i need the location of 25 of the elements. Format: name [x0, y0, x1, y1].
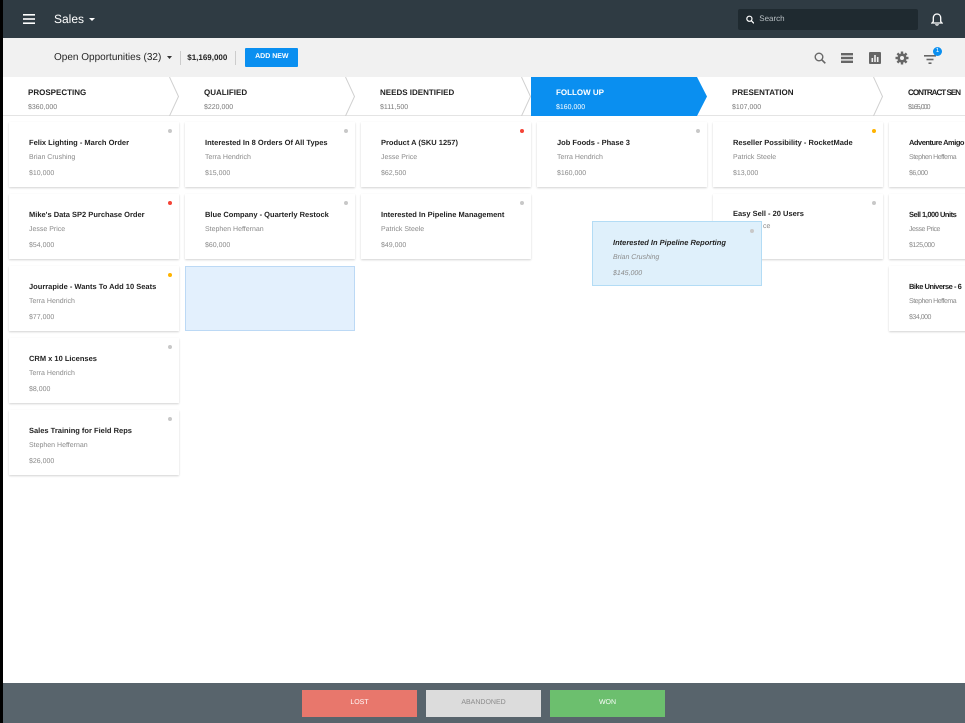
stage-name: FOLLOW UP — [556, 87, 605, 99]
settings-icon[interactable] — [895, 50, 909, 64]
stage-name: PRESENTATION — [732, 87, 794, 99]
stage-name: PROSPECTING — [28, 87, 88, 99]
app-title-dropdown[interactable]: Sales — [54, 10, 96, 28]
bell-icon[interactable] — [931, 12, 943, 26]
search-icon — [746, 14, 754, 24]
filter-icon[interactable] — [924, 54, 936, 64]
caret-icon — [167, 56, 172, 59]
view-dropdown[interactable]: Open Opportunities (32) — [54, 50, 172, 65]
caret-icon — [89, 18, 96, 20]
stage-name: QUALIFIED — [204, 87, 248, 99]
stage-name: CONTRACT SEN — [908, 87, 962, 99]
search-icon[interactable] — [814, 52, 826, 64]
total-amount: $1,169,000 — [187, 52, 228, 64]
stage-divider — [169, 77, 179, 116]
menu-icon[interactable] — [23, 14, 35, 24]
stage-name: NEEDS IDENTIFIED — [380, 87, 456, 99]
stage-divider — [873, 77, 883, 116]
bar-chart-icon[interactable] — [869, 52, 881, 64]
stage-divider — [521, 77, 531, 116]
stage-divider — [345, 77, 355, 116]
search-field[interactable]: Search — [738, 8, 918, 30]
search-input[interactable]: Search — [759, 13, 910, 25]
list-view-icon[interactable] — [841, 52, 853, 62]
